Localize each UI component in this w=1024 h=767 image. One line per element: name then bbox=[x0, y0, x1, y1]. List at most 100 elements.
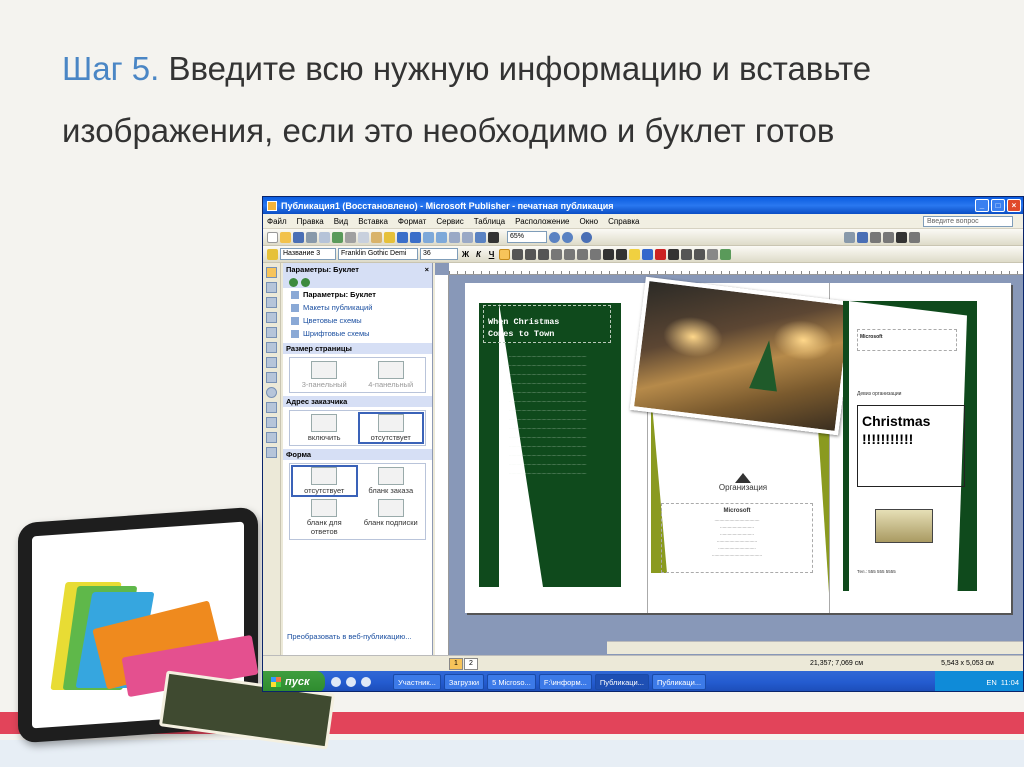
browser-icon[interactable] bbox=[346, 677, 356, 687]
media-icon[interactable] bbox=[361, 677, 371, 687]
oval-tool-icon[interactable] bbox=[266, 387, 277, 398]
taskbar-button[interactable]: Участник... bbox=[393, 674, 441, 690]
convert-to-web-link[interactable]: Преобразовать в веб-публикацию... bbox=[287, 632, 412, 641]
hotspot-tool-icon[interactable] bbox=[266, 432, 277, 443]
italic-button[interactable]: К bbox=[473, 250, 484, 259]
menu-arrange[interactable]: Расположение bbox=[515, 217, 569, 226]
option-order-form[interactable]: бланк заказа bbox=[360, 467, 423, 495]
page-tab-1[interactable]: 1 bbox=[449, 657, 463, 670]
zoom-select[interactable]: 65% bbox=[507, 231, 547, 243]
menu-format[interactable]: Формат bbox=[398, 217, 426, 226]
page-tab-2[interactable]: 2 bbox=[464, 657, 478, 670]
organization-logo[interactable]: Организация bbox=[705, 473, 781, 492]
rotate-icon[interactable] bbox=[896, 231, 907, 243]
task-pane-close-button[interactable]: × bbox=[425, 265, 429, 274]
styles-icon[interactable] bbox=[267, 248, 278, 260]
send-back-icon[interactable] bbox=[436, 231, 447, 243]
print-publication-icon[interactable] bbox=[844, 231, 855, 243]
insert-table-icon[interactable] bbox=[449, 231, 460, 243]
menu-file[interactable]: Файл bbox=[267, 217, 287, 226]
left-heading[interactable]: When Christmas Comes to Town bbox=[483, 305, 611, 343]
taskbar-button[interactable]: Публикаци... bbox=[651, 674, 707, 690]
right-company-name[interactable]: Microsoft bbox=[857, 329, 957, 351]
address-box[interactable]: Microsoft ..............................… bbox=[661, 503, 813, 573]
columns-icon[interactable] bbox=[462, 231, 473, 243]
desktop-icon[interactable] bbox=[331, 677, 341, 687]
hyperlink-icon[interactable] bbox=[475, 231, 486, 243]
bring-front-icon[interactable] bbox=[423, 231, 434, 243]
preview-icon[interactable] bbox=[319, 231, 330, 243]
save-icon[interactable] bbox=[293, 231, 304, 243]
increase-indent-icon[interactable] bbox=[590, 248, 601, 260]
rectangle-tool-icon[interactable] bbox=[266, 402, 277, 413]
align-left-icon[interactable] bbox=[499, 248, 510, 260]
option-4-panel[interactable]: 4-панельный bbox=[360, 361, 423, 389]
underline-button[interactable]: Ч bbox=[486, 250, 497, 259]
start-button[interactable]: пуск bbox=[263, 671, 325, 691]
bullets-icon[interactable] bbox=[564, 248, 575, 260]
line-color-icon[interactable] bbox=[642, 248, 653, 260]
printer-clipart[interactable] bbox=[875, 509, 933, 543]
help-icon[interactable] bbox=[581, 231, 592, 243]
phone-line[interactable]: Тел.: 555 555 5555 bbox=[857, 569, 896, 574]
save-publication-icon[interactable] bbox=[857, 231, 868, 243]
numbering-icon[interactable] bbox=[551, 248, 562, 260]
autoshapes-tool-icon[interactable] bbox=[266, 417, 277, 428]
decrease-indent-icon[interactable] bbox=[577, 248, 588, 260]
open-icon[interactable] bbox=[280, 231, 291, 243]
redo-icon[interactable] bbox=[410, 231, 421, 243]
tagline[interactable]: Девиз организации bbox=[857, 391, 901, 397]
print-icon[interactable] bbox=[306, 231, 317, 243]
select-tool-icon[interactable] bbox=[266, 267, 277, 278]
cut-icon[interactable] bbox=[345, 231, 356, 243]
arrow-style-icon[interactable] bbox=[694, 248, 705, 260]
zoom-out-icon[interactable] bbox=[549, 231, 560, 243]
line-tool-icon[interactable] bbox=[266, 357, 277, 368]
language-indicator[interactable]: EN bbox=[986, 678, 996, 687]
zoom-in-icon[interactable] bbox=[562, 231, 573, 243]
option-response-form[interactable]: бланк для ответов bbox=[293, 499, 356, 536]
format-painter-icon[interactable] bbox=[384, 231, 395, 243]
vertical-ruler[interactable] bbox=[435, 275, 449, 655]
copy-icon[interactable] bbox=[358, 231, 369, 243]
3d-style-icon[interactable] bbox=[720, 248, 731, 260]
window-titlebar[interactable]: Публикация1 (Восстановлено) - Microsoft … bbox=[263, 197, 1023, 214]
menu-window[interactable]: Окно bbox=[580, 217, 599, 226]
text-box-tool-icon[interactable] bbox=[266, 282, 277, 293]
style-select[interactable]: Название 3 bbox=[280, 248, 336, 260]
table-tool-icon[interactable] bbox=[266, 297, 277, 308]
justify-icon[interactable] bbox=[538, 248, 549, 260]
link-brochure-options[interactable]: Параметры: Буклет bbox=[283, 288, 432, 301]
horizontal-ruler[interactable] bbox=[449, 263, 1023, 275]
option-signup-form[interactable]: бланк подписки bbox=[360, 499, 423, 536]
maximize-button[interactable]: □ bbox=[991, 199, 1005, 212]
clipart-tool-icon[interactable] bbox=[266, 342, 277, 353]
font-size-select[interactable]: 36 bbox=[420, 248, 458, 260]
link-font-schemes[interactable]: Шрифтовые схемы bbox=[283, 327, 432, 340]
shadow-style-icon[interactable] bbox=[707, 248, 718, 260]
link-color-schemes[interactable]: Цветовые схемы bbox=[283, 314, 432, 327]
flip-icon[interactable] bbox=[909, 231, 920, 243]
bold-button[interactable]: Ж bbox=[460, 250, 471, 259]
wordart-tool-icon[interactable] bbox=[266, 312, 277, 323]
brochure-page[interactable]: When Christmas Comes to Town ...........… bbox=[465, 276, 1011, 613]
group-objects-icon[interactable] bbox=[883, 231, 894, 243]
forward-icon[interactable] bbox=[301, 277, 310, 287]
picture-tool-icon[interactable] bbox=[266, 327, 277, 338]
menu-table[interactable]: Таблица bbox=[474, 217, 505, 226]
menu-help[interactable]: Справка bbox=[608, 217, 639, 226]
option-3-panel[interactable]: 3-панельный bbox=[293, 361, 356, 389]
line-style-icon[interactable] bbox=[668, 248, 679, 260]
decrease-font-icon[interactable] bbox=[603, 248, 614, 260]
horizontal-scrollbar[interactable] bbox=[607, 641, 1023, 654]
option-include-address[interactable]: включить bbox=[293, 414, 356, 442]
link-publication-designs[interactable]: Макеты публикаций bbox=[283, 301, 432, 314]
menu-view[interactable]: Вид bbox=[334, 217, 348, 226]
fill-color-icon[interactable] bbox=[629, 248, 640, 260]
close-button[interactable]: × bbox=[1007, 199, 1021, 212]
brochure-title-frame[interactable]: Christmas !!!!!!!!!!! bbox=[857, 405, 965, 487]
taskbar-button[interactable]: Загрузки bbox=[443, 674, 485, 690]
design-gallery-tool-icon[interactable] bbox=[266, 447, 277, 458]
menu-insert[interactable]: Вставка bbox=[358, 217, 388, 226]
back-icon[interactable] bbox=[289, 277, 298, 287]
